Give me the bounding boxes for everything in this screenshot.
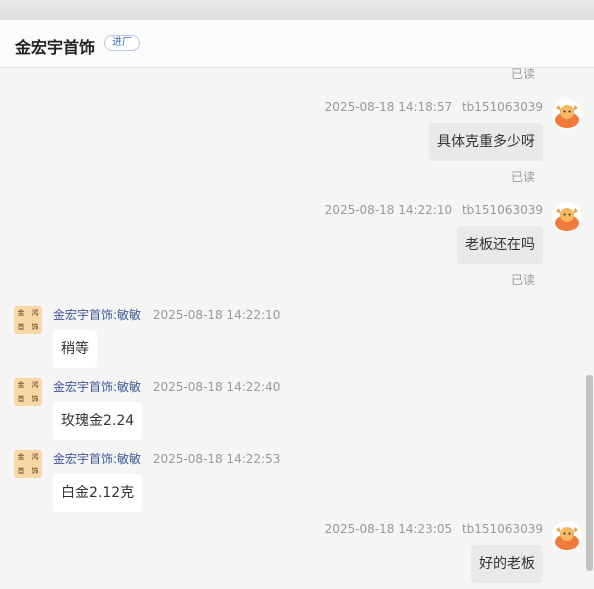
message-user: tb151063039 xyxy=(461,522,543,536)
message-user: tb151063039 xyxy=(461,203,543,217)
shop-avatar[interactable]: 金 鸿 首 饰 xyxy=(14,306,42,334)
message-meta: 2025-08-18 14:18:57 tb151063039 xyxy=(325,100,543,114)
message-meta: 2025-08-18 14:23:05 tb151063039 xyxy=(325,522,543,536)
message-time: 2025-08-18 14:22:10 xyxy=(324,203,453,217)
shop-avatar[interactable]: 金 鸿 首 饰 xyxy=(14,378,42,406)
scrollbar-thumb[interactable] xyxy=(586,375,593,571)
message-bubble[interactable]: 白金2.12克 xyxy=(53,474,143,512)
chat-header: 金宏宇首饰 进厂 xyxy=(0,20,594,68)
avatar-char: 首 xyxy=(17,394,25,403)
message-bubble[interactable]: 老板还在吗 xyxy=(457,226,543,264)
read-status: 已读 xyxy=(510,170,535,184)
avatar-char: 鸿 xyxy=(31,308,39,317)
avatar-char: 首 xyxy=(17,466,25,475)
message-nick[interactable]: 金宏宇首饰:敏敏 xyxy=(53,308,141,322)
message-meta: 金宏宇首饰:敏敏 2025-08-18 14:22:53 xyxy=(53,450,280,467)
message-meta: 金宏宇首饰:敏敏 2025-08-18 14:22:10 xyxy=(53,306,280,323)
message-meta: 2025-08-18 14:22:10 tb151063039 xyxy=(325,203,543,217)
message-nick[interactable]: 金宏宇首饰:敏敏 xyxy=(53,452,141,466)
shop-avatar[interactable]: 金 鸿 首 饰 xyxy=(14,450,42,478)
avatar-char: 鸿 xyxy=(31,452,39,461)
avatar-char: 饰 xyxy=(31,322,39,331)
avatar-char: 鸿 xyxy=(31,380,39,389)
read-status: 已读 xyxy=(510,68,535,81)
avatar-char: 饰 xyxy=(31,394,39,403)
message-time: 2025-08-18 14:22:10 xyxy=(152,308,281,322)
message-time: 2025-08-18 14:22:40 xyxy=(152,380,281,394)
message-meta: 金宏宇首饰:敏敏 2025-08-18 14:22:40 xyxy=(53,378,280,395)
message-user: tb151063039 xyxy=(461,100,543,114)
message-bubble[interactable]: 具体克重多少呀 xyxy=(429,123,543,161)
user-avatar-icon[interactable] xyxy=(552,99,582,129)
message-bubble[interactable]: 稍等 xyxy=(53,330,97,368)
shop-name[interactable]: 金宏宇首饰 xyxy=(15,34,95,58)
avatar-char: 金 xyxy=(17,452,25,461)
message-bubble[interactable]: 好的老板 xyxy=(471,545,543,583)
enter-shop-badge[interactable]: 进厂 xyxy=(104,35,140,51)
avatar-char: 饰 xyxy=(31,466,39,475)
window-top-strip xyxy=(0,0,594,20)
avatar-char: 金 xyxy=(17,308,25,317)
message-nick[interactable]: 金宏宇首饰:敏敏 xyxy=(53,380,141,394)
message-list[interactable]: 已读 2025-08-18 14:18:57 tb151063039 具体克重多… xyxy=(0,68,594,589)
user-avatar-icon[interactable] xyxy=(552,202,582,232)
user-avatar-icon[interactable] xyxy=(552,521,582,551)
read-status: 已读 xyxy=(510,273,535,287)
message-time: 2025-08-18 14:18:57 xyxy=(324,100,453,114)
message-time: 2025-08-18 14:23:05 xyxy=(324,522,453,536)
message-time: 2025-08-18 14:22:53 xyxy=(152,452,281,466)
message-bubble[interactable]: 玫瑰金2.24 xyxy=(53,402,143,440)
avatar-char: 首 xyxy=(17,322,25,331)
avatar-char: 金 xyxy=(17,380,25,389)
